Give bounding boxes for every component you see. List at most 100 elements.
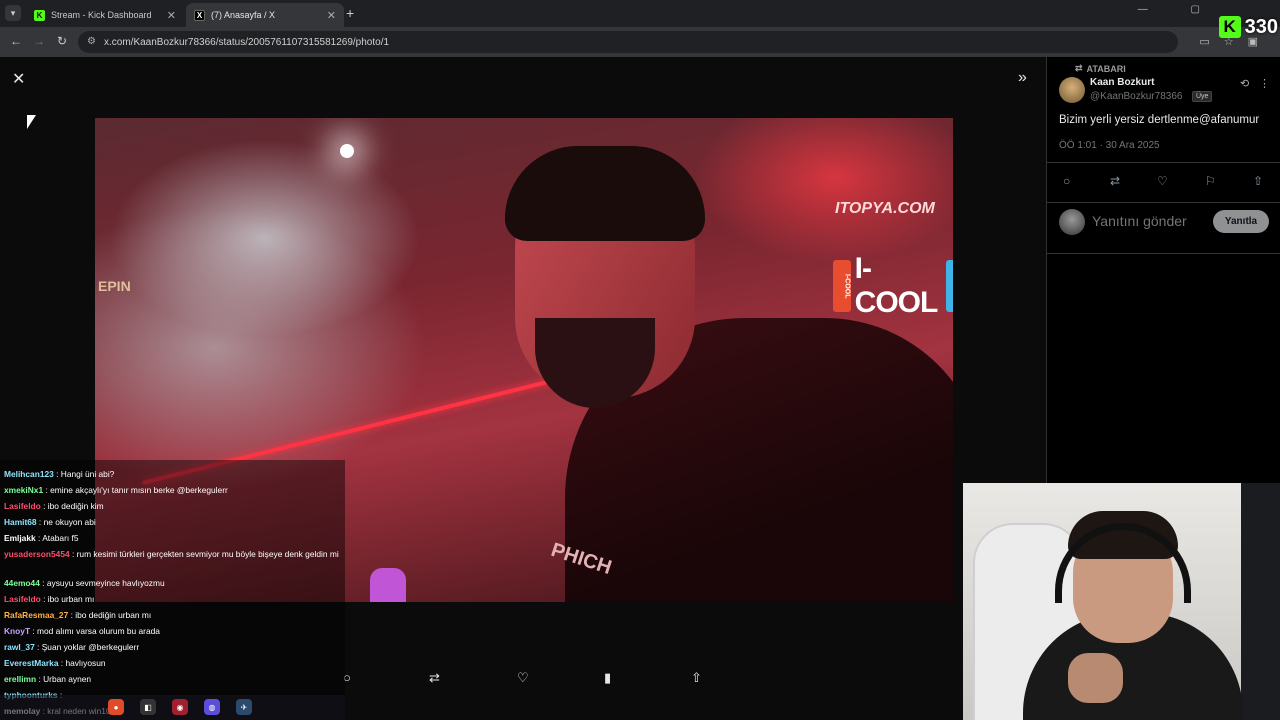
chat-text: Atabarı f5	[42, 533, 79, 543]
chat-username[interactable]: KnoyT	[4, 626, 30, 636]
chat-username[interactable]: Melihcan123	[4, 469, 54, 479]
reply-input[interactable]: Yanıtını gönder	[1092, 213, 1187, 229]
chat-text: rum kesimi türkleri gerçekten sevmiyor m…	[76, 549, 339, 559]
chat-text: havlıyosun	[65, 658, 106, 668]
chat-message: Emljakk : Atabarı f5	[4, 533, 349, 543]
steam-taskbar-icon[interactable]: ✈	[236, 699, 252, 715]
chat-text: Hangi üni abi?	[60, 469, 115, 479]
screen: ▾ K Stream - Kick Dashboard ✕ X (7) Anas…	[0, 0, 1280, 720]
chat-separator: :	[36, 517, 44, 527]
chat-message: KnoyT : mod alımı varsa olurum bu arada	[4, 626, 349, 636]
itopya-logo: ITOPYA.COM	[835, 200, 935, 217]
reply-icon[interactable]: ○	[1063, 174, 1070, 188]
member-badge: Üye	[1192, 91, 1213, 102]
new-tab-button[interactable]: +	[346, 5, 354, 21]
chat-username[interactable]: RafaResmaa_27	[4, 610, 68, 620]
icool-can-left: I-COOL	[833, 260, 851, 312]
tab-x-home[interactable]: X (7) Anasayfa / X ✕	[186, 3, 344, 27]
back-icon[interactable]: ←	[10, 34, 22, 48]
site-info-icon[interactable]: ⚙	[87, 36, 96, 47]
chat-text: emine akçaylı'yı tanır mısın berke @berk…	[50, 485, 228, 495]
chat-separator: :	[34, 642, 42, 652]
close-icon[interactable]: ✕	[12, 69, 25, 89]
mouse-cursor	[27, 115, 36, 129]
chat-username[interactable]: Lasifeldo	[4, 594, 41, 604]
chat-message: 44emo44 : aysuyu sevmeyince havlıyozmu	[4, 578, 349, 588]
chat-message: rawl_37 : Şuan yoklar @berkegulerr	[4, 642, 349, 652]
like-icon[interactable]: ♡	[517, 670, 529, 686]
reload-icon[interactable]: ↻	[57, 34, 67, 48]
repost-small-icon: ⇄	[1075, 63, 1083, 73]
chat-username[interactable]: EverestMarka	[4, 658, 58, 668]
window-controls[interactable]: — ▢	[1138, 4, 1220, 15]
streamer-hand	[1068, 653, 1123, 703]
expand-panel-icon[interactable]: »	[1018, 69, 1027, 87]
x-logo-icon: X	[194, 9, 205, 21]
chat-separator: :	[53, 469, 61, 479]
tab-label: Stream - Kick Dashboard	[51, 10, 152, 20]
chat-username[interactable]: yusaderson5454	[4, 549, 70, 559]
chat-text: aysuyu sevmeyince havlıyozmu	[46, 578, 165, 588]
chat-message: Lasifeldo : ibo urban mı	[4, 594, 349, 604]
more-icon[interactable]: ⋮	[1259, 77, 1270, 90]
chat-separator: :	[39, 578, 47, 588]
repost-label[interactable]: ATABARI	[1087, 64, 1126, 74]
author-handle[interactable]: @KaanBozkur78366	[1090, 91, 1182, 102]
chat-username[interactable]: xmekiNx1	[4, 485, 43, 495]
chat-separator: :	[40, 594, 48, 604]
monitor	[1241, 483, 1280, 720]
divider	[1047, 253, 1280, 254]
chat-text: mod alımı varsa olurum bu arada	[37, 626, 160, 636]
repost-indicator: ⇄ ATABARI	[1075, 63, 1126, 74]
tab-close-icon[interactable]: ✕	[167, 9, 176, 22]
url-text: x.com/KaanBozkur78366/status/20057611073…	[104, 36, 390, 48]
chat-username[interactable]: 44emo44	[4, 578, 40, 588]
tab-kick-dashboard[interactable]: K Stream - Kick Dashboard ✕	[26, 3, 184, 27]
app-taskbar-icon[interactable]: ◧	[140, 699, 156, 715]
share-icon[interactable]: ⇧	[691, 670, 702, 686]
repost-icon[interactable]: ⇄	[1110, 174, 1120, 188]
tweet-timestamp[interactable]: ÖÖ 1:01 · 30 Ara 2025	[1059, 140, 1160, 151]
author-name[interactable]: Kaan Bozkurt	[1090, 77, 1154, 88]
chat-message: RafaResmaa_27 : ibo dediğin urban mı	[4, 610, 349, 620]
chat-text: ne okuyon abi	[43, 517, 96, 527]
divider	[1047, 202, 1280, 203]
forward-icon[interactable]: →	[33, 34, 45, 48]
address-bar[interactable]: ⚙ x.com/KaanBozkur78366/status/200576110…	[78, 31, 1178, 53]
tweet-text: Bizim yerli yersiz dertlenme@afanumur	[1059, 114, 1260, 126]
reply-button[interactable]: Yanıtla	[1213, 210, 1269, 233]
like-icon[interactable]: ♡	[1157, 174, 1168, 188]
repost-icon[interactable]: ⇄	[429, 670, 440, 686]
chat-message: Melihcan123 : Hangi üni abi?	[4, 469, 349, 479]
chat-username[interactable]: erellimn	[4, 674, 36, 684]
chat-username[interactable]: Emljakk	[4, 533, 36, 543]
kick-icon: K	[34, 9, 45, 21]
chat-username[interactable]: rawl_37	[4, 642, 35, 652]
user-avatar	[1059, 209, 1085, 235]
browser-tab-bar: ▾ K Stream - Kick Dashboard ✕ X (7) Anas…	[0, 0, 1280, 27]
kick-viewer-badge: K 330	[1218, 12, 1278, 42]
tab-close-icon[interactable]: ✕	[327, 9, 336, 22]
bookmark-icon[interactable]: ⚐	[1205, 174, 1216, 188]
chat-message: yusaderson5454 : rum kesimi türkleri ger…	[4, 549, 346, 559]
chat-message: Hamit68 : ne okuyon abi	[4, 517, 349, 527]
chat-text: Şuan yoklar @berkegulerr	[41, 642, 140, 652]
stage-light	[340, 144, 354, 158]
chat-message: xmekiNx1 : emine akçaylı'yı tanır mısın …	[4, 485, 349, 495]
tab-search-icon[interactable]: ▾	[5, 5, 21, 21]
share-icon[interactable]: ⇧	[1253, 174, 1263, 188]
discord-taskbar-icon[interactable]: ◍	[204, 699, 220, 715]
chat-username[interactable]: Hamit68	[4, 517, 37, 527]
grok-icon[interactable]: ⟲	[1240, 77, 1249, 90]
views-icon[interactable]: ▮	[604, 670, 611, 686]
chat-message: Lasifeldo : ibo dediğin kim	[4, 501, 349, 511]
chrome-taskbar-icon[interactable]: ●	[108, 699, 124, 715]
obs-taskbar-icon[interactable]: ◉	[172, 699, 188, 715]
browser-toolbar: ← → ↻ ⚙ x.com/KaanBozkur78366/status/200…	[0, 27, 1280, 57]
author-avatar[interactable]	[1059, 77, 1085, 103]
chat-username[interactable]: Lasifeldo	[4, 501, 41, 511]
chat-text: ibo dediğin kim	[47, 501, 104, 511]
divider	[1047, 162, 1280, 163]
chat-text: ibo urban mı	[47, 594, 95, 604]
chat-text: ibo dediğin urban mı	[75, 610, 152, 620]
